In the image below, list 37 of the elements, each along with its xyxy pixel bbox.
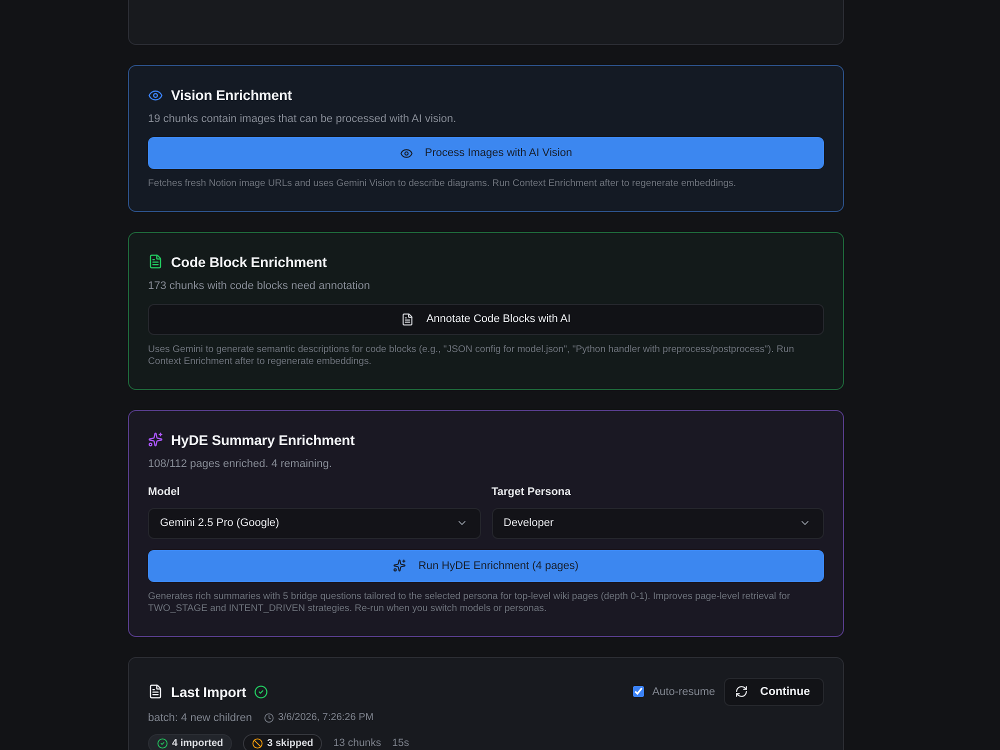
field-label: Model: [148, 484, 181, 498]
dropdown-select[interactable]: Developer: [492, 508, 824, 538]
card-title: Last Import: [171, 684, 246, 700]
auto-resume-label[interactable]: Auto-resume: [652, 686, 716, 698]
dropdown-select[interactable]: Gemini 2.5 Pro (Google): [148, 508, 480, 538]
continue-button[interactable]: Continue: [724, 678, 824, 706]
card-note: Fetches fresh Notion image URLs and uses Gemini Vision to describe diagrams. Run Context Enrichment after to regenerate embeddings.: [148, 178, 738, 190]
clock-icon: [264, 712, 274, 722]
card-note: Generates rich summaries with 5 bridge questions tailored to the selected persona for top-level wiki pages (depth 0-1). Improves page-level retrieval for TWO_STAGE and INTENT_DRIVEN strategies. Re-run when you switch models or personas.: [148, 590, 792, 616]
card-title: HyDE Summary Enrichment: [171, 432, 355, 448]
sparkles-icon: [393, 559, 406, 572]
document-icon: [148, 254, 163, 269]
card-title: Code Block Enrichment: [171, 254, 327, 270]
card-title: Vision Enrichment: [171, 87, 292, 103]
field-label: Target Persona: [492, 484, 572, 498]
auto-resume-checkbox[interactable]: [633, 686, 644, 697]
timestamp: 3/6/2026, 7:26:26 PM: [278, 712, 374, 723]
run-enrichment-button[interactable]: Run HyDE Enrichment (4 pages): [148, 550, 824, 582]
eye-icon: [148, 88, 163, 102]
card-note: Uses Gemini to generate semantic descriptions for code blocks (e.g., "JSON config for model.json", "Python handler with preprocess/postprocess"). Run Context Enrichment after to regenerate embeddings.: [148, 344, 796, 368]
annotate-button[interactable]: Annotate Code Blocks with AI: [148, 304, 824, 334]
batch-text: batch: 4 new children: [148, 712, 252, 724]
eye-icon: [400, 146, 413, 160]
card-description: 108/112 pages enriched. 4 remaining.: [148, 456, 333, 470]
process-images-button[interactable]: Process Images with AI Vision: [148, 137, 824, 169]
card-description: 173 chunks with code blocks need annotation: [148, 278, 371, 292]
stat-text: 13 chunks: [333, 737, 382, 749]
refresh-icon: [735, 685, 748, 698]
card-description: 19 chunks contain images that can be processed with AI vision.: [148, 112, 458, 126]
stat-text: 15s: [392, 737, 410, 749]
document-icon: [401, 312, 414, 326]
ban-icon: [252, 738, 264, 748]
document-icon: [148, 684, 163, 699]
skipped-count: 3 skipped: [267, 738, 314, 748]
check-circle-icon: [157, 738, 168, 748]
sparkles-icon: [148, 432, 163, 447]
imported-count: 4 imported: [172, 738, 224, 748]
